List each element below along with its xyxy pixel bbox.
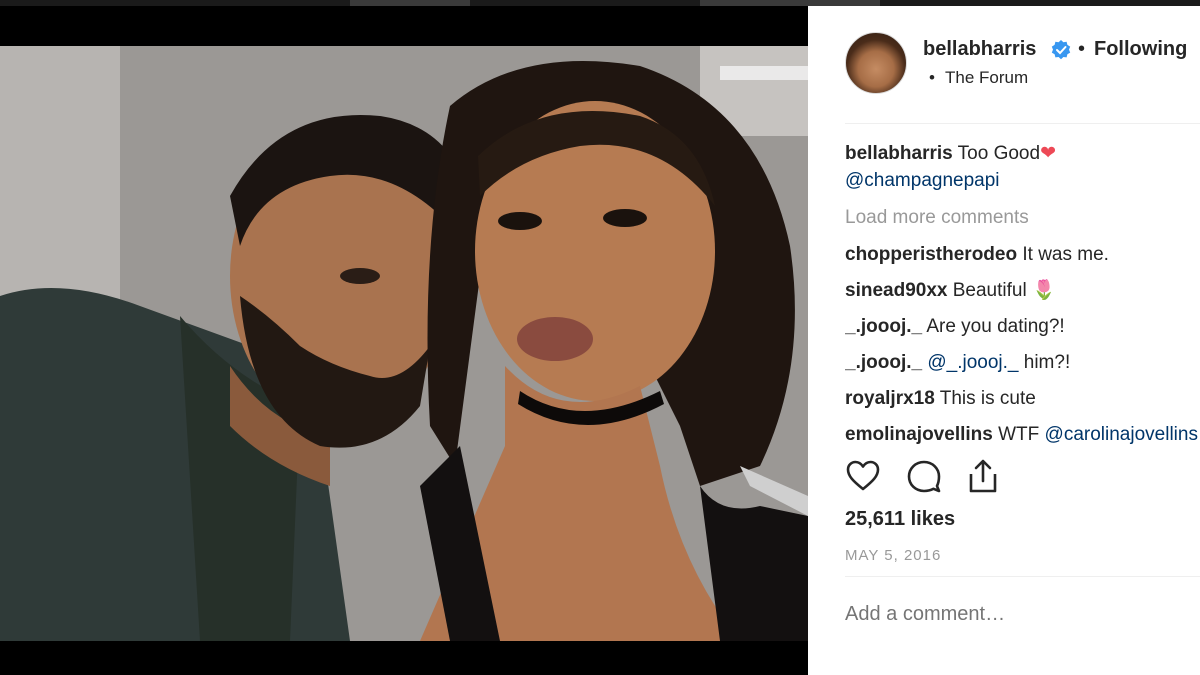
strip-segment [350, 0, 470, 6]
heart-emoji-icon: ❤ [1040, 143, 1056, 164]
photo-illustration [0, 46, 808, 641]
comment-username[interactable]: royaljrx18 [845, 388, 935, 409]
comment-text: him?! [1023, 352, 1071, 373]
caption-text: Too Good [957, 143, 1041, 164]
divider [845, 576, 1200, 577]
post-photo[interactable] [0, 46, 808, 641]
divider [845, 123, 1200, 124]
post-date: MAY 5, 2016 [845, 547, 942, 564]
comment-text: Are you dating?! [926, 316, 1065, 337]
author-username[interactable]: bellabharris [923, 38, 1036, 61]
comment-item: chopperistherodeo It was me. [845, 241, 1200, 268]
comment-item: _.joooj._ Are you dating?! [845, 313, 1200, 340]
verified-badge-icon [1051, 40, 1071, 60]
comment-text: It was me. [1022, 244, 1109, 265]
likes-count[interactable]: 25,611 likes [845, 508, 955, 531]
comment-text: Beautiful 🌷 [952, 280, 1056, 301]
comment-username[interactable]: sinead90xx [845, 280, 947, 301]
comment-username[interactable]: _.joooj._ [845, 352, 922, 373]
comment-mention[interactable]: @_.joooj._ [927, 352, 1018, 373]
comment-bubble-icon[interactable] [906, 458, 942, 494]
post-header: bellabharris • Following • The Forum [808, 6, 1200, 124]
comment-mention[interactable]: @carolinajovellins [1045, 424, 1198, 444]
post-side-panel: bellabharris • Following • The Forum bel… [808, 6, 1200, 675]
caption-author[interactable]: bellabharris [845, 143, 953, 164]
comment-username[interactable]: chopperistherodeo [845, 244, 1017, 265]
share-upload-icon[interactable] [965, 458, 1001, 494]
separator-dot: • [1078, 38, 1086, 60]
heart-icon[interactable] [845, 458, 881, 494]
comments-section[interactable]: bellabharris Too Good❤ @champagnepapi Lo… [845, 140, 1200, 444]
comment-username[interactable]: _.joooj._ [845, 316, 922, 337]
following-button[interactable]: Following [1094, 38, 1187, 61]
author-avatar[interactable] [845, 32, 907, 94]
load-more-comments-button[interactable]: Load more comments [845, 204, 1200, 231]
caption-mention[interactable]: @champagnepapi [845, 170, 1000, 191]
post-location[interactable]: The Forum [945, 68, 1028, 88]
comment-item: royaljrx18 This is cute [845, 385, 1200, 412]
separator-dot: • [929, 68, 935, 87]
comment-item: sinead90xx Beautiful 🌷 [845, 277, 1200, 304]
post-caption: bellabharris Too Good❤ @champagnepapi [845, 140, 1200, 194]
comment-text: WTF [998, 424, 1040, 444]
comment-item: _.joooj._ @_.joooj._ him?! [845, 349, 1200, 376]
comment-text: This is cute [939, 388, 1036, 409]
comment-item: emolinajovellins WTF @carolinajovellins [845, 421, 1200, 444]
add-comment-input[interactable] [845, 603, 1185, 626]
action-bar [845, 458, 1045, 498]
comment-username[interactable]: emolinajovellins [845, 424, 993, 444]
